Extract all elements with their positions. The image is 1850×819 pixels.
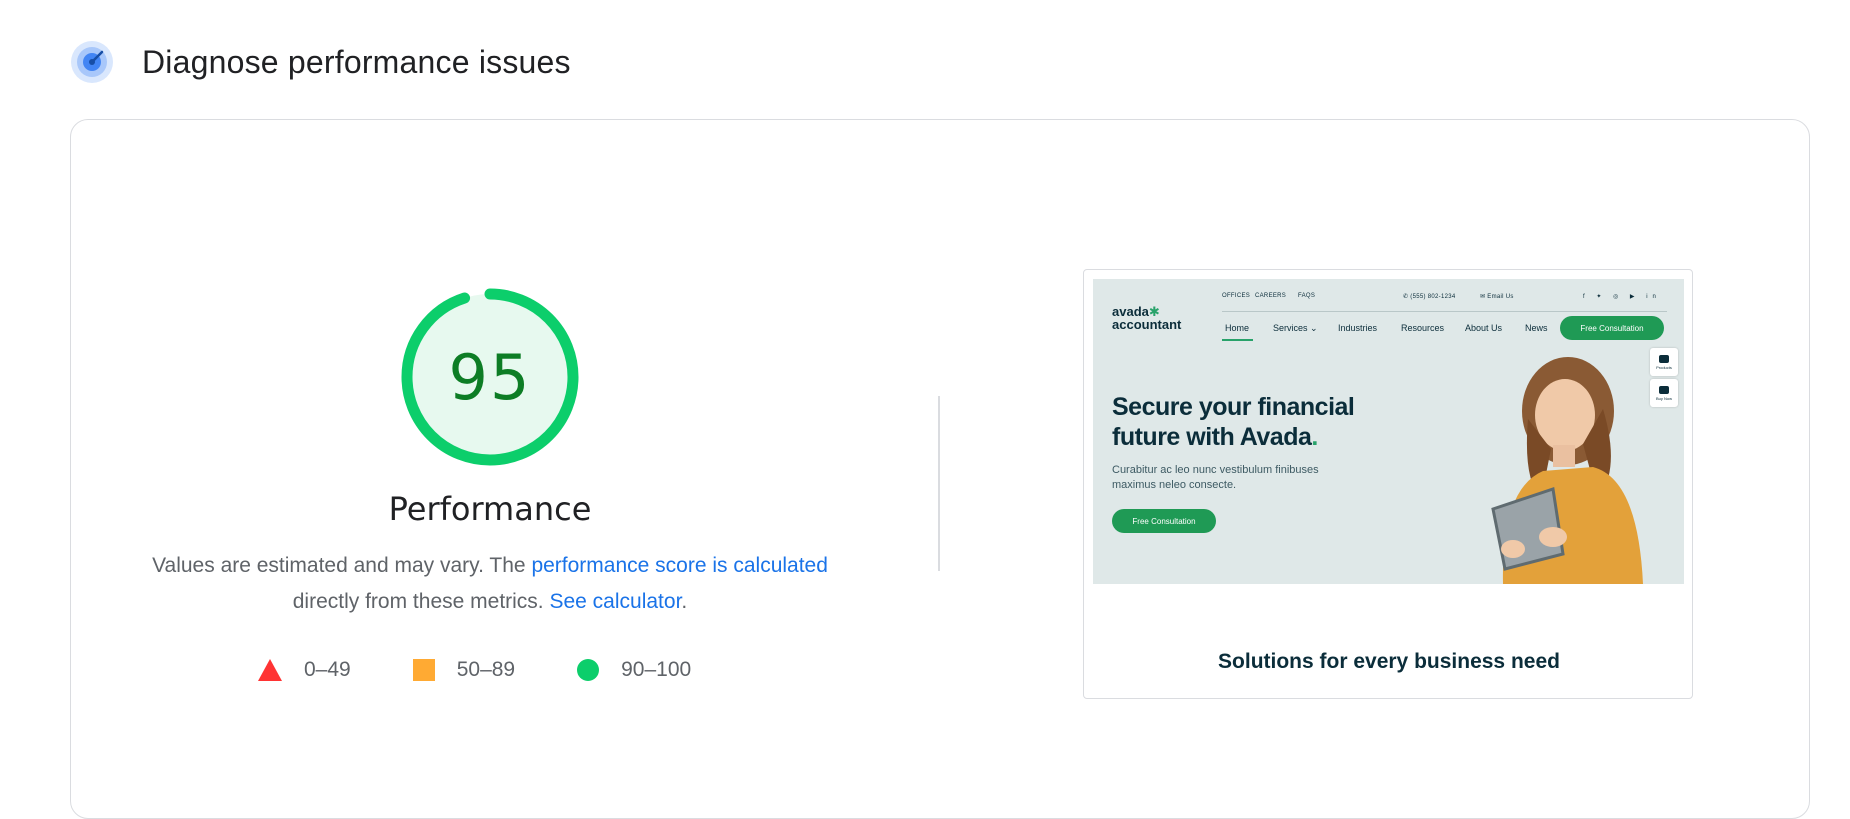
top-phone: ✆ (555) 802-1234 — [1403, 293, 1456, 300]
nav-about: About Us — [1465, 323, 1503, 333]
nav-cta-button: Free Consultation — [1560, 316, 1664, 340]
legend-item-pass: 90–100 — [577, 658, 691, 682]
desc-prefix: Values are estimated and may vary. The — [152, 554, 532, 577]
hero-title-text: Secure your financial future with Avada — [1112, 393, 1355, 451]
hero-subtitle: Curabitur ac leo nunc vestibulum finibus… — [1112, 464, 1319, 491]
legend-range-average: 50–89 — [456, 658, 516, 681]
fail-triangle-icon — [258, 659, 282, 681]
hero-title-dot: . — [1311, 423, 1318, 451]
pass-circle-icon — [577, 659, 600, 681]
average-square-icon — [412, 659, 435, 681]
legend-range-fail: 0–49 — [304, 658, 351, 681]
score-legend: 0–49 50–89 90–100 — [258, 653, 753, 687]
nav-services: Services ⌄ — [1273, 323, 1318, 334]
nav-home-underline — [1222, 339, 1253, 341]
nav-resources: Resources — [1401, 323, 1445, 333]
legend-item-average: 50–89 — [412, 658, 516, 682]
gauge-label: Performance — [388, 490, 592, 528]
diagnose-icon — [71, 41, 113, 83]
email-label: Email Us — [1487, 294, 1514, 300]
top-link-faqs: FAQS — [1298, 293, 1316, 299]
site-logo: avada✱ accountant — [1112, 305, 1181, 331]
phone-number: (555) 802-1234 — [1410, 294, 1456, 300]
screenshot-hero: avada✱ accountant OFFICES CAREERS FAQS ✆… — [1093, 279, 1684, 584]
legend-item-fail: 0–49 — [258, 658, 351, 682]
section-header: Diagnose performance issues — [70, 38, 571, 86]
hero-person-image — [1491, 357, 1643, 584]
score-description: Values are estimated and may vary. The p… — [130, 548, 850, 620]
see-calculator-link[interactable]: See calculator — [549, 590, 681, 613]
legend-range-pass: 90–100 — [621, 658, 692, 681]
desc-middle: directly from these metrics. — [292, 590, 550, 613]
chevron-down-icon: ⌄ — [1307, 323, 1318, 333]
top-link-offices: OFFICES — [1222, 293, 1251, 299]
performance-gauge[interactable]: 95 — [400, 287, 580, 467]
nav-news: News — [1525, 323, 1548, 333]
social-icons: f ✦ ◎ ▶ in — [1583, 294, 1661, 300]
top-email: ✉ Email Us — [1480, 293, 1514, 300]
logo-line2: accountant — [1112, 317, 1182, 332]
nav-home: Home — [1225, 323, 1250, 333]
desc-suffix: . — [681, 590, 688, 613]
top-link-careers: CAREERS — [1255, 293, 1287, 299]
hero-cta-button: Free Consultation — [1112, 509, 1216, 533]
screenshot-section-heading: Solutions for every business need — [1218, 650, 1560, 673]
hero-title: Secure your financial future with Avada. — [1112, 392, 1412, 452]
vertical-divider — [938, 396, 940, 571]
nav-divider — [1222, 311, 1667, 312]
final-screenshot[interactable]: avada✱ accountant OFFICES CAREERS FAQS ✆… — [1083, 269, 1693, 699]
score-calculated-link[interactable]: performance score is calculated — [531, 554, 827, 577]
section-title: Diagnose performance issues — [142, 43, 571, 80]
nav-industries: Industries — [1338, 323, 1378, 333]
nav-services-label: Services — [1273, 323, 1308, 333]
gauge-score: 95 — [448, 340, 532, 414]
